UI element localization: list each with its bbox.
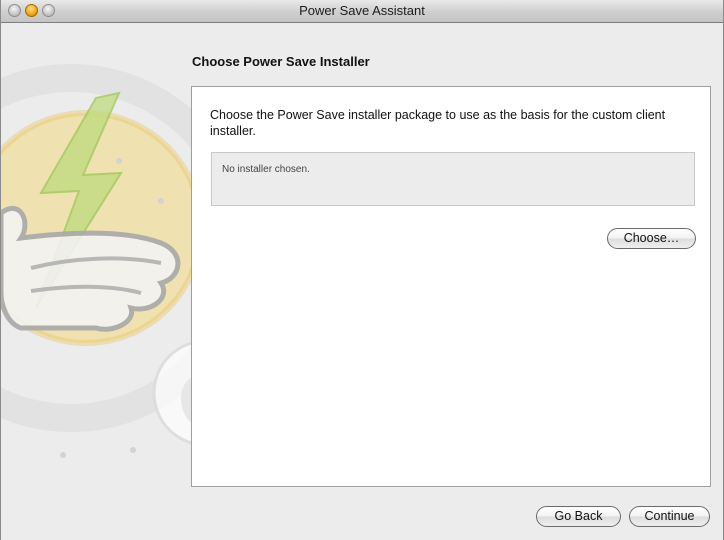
choose-button[interactable]: Choose… bbox=[607, 228, 696, 249]
zoom-window-button[interactable] bbox=[42, 4, 55, 17]
close-window-button[interactable] bbox=[8, 4, 21, 17]
chosen-installer-box: No installer chosen. bbox=[211, 152, 695, 206]
window-title: Power Save Assistant bbox=[299, 3, 425, 18]
installer-status-text: No installer chosen. bbox=[222, 164, 310, 175]
continue-button[interactable]: Continue bbox=[629, 506, 710, 527]
go-back-button[interactable]: Go Back bbox=[536, 506, 621, 527]
title-bar[interactable]: Power Save Assistant bbox=[1, 0, 723, 23]
content-panel: Choose the Power Save installer package … bbox=[191, 86, 711, 487]
minimize-window-button[interactable] bbox=[25, 4, 38, 17]
step-title: Choose Power Save Installer bbox=[192, 54, 370, 69]
assistant-window: Power Save Assistant Choose Power Save I… bbox=[0, 0, 724, 540]
instructions-text: Choose the Power Save installer package … bbox=[210, 108, 666, 138]
